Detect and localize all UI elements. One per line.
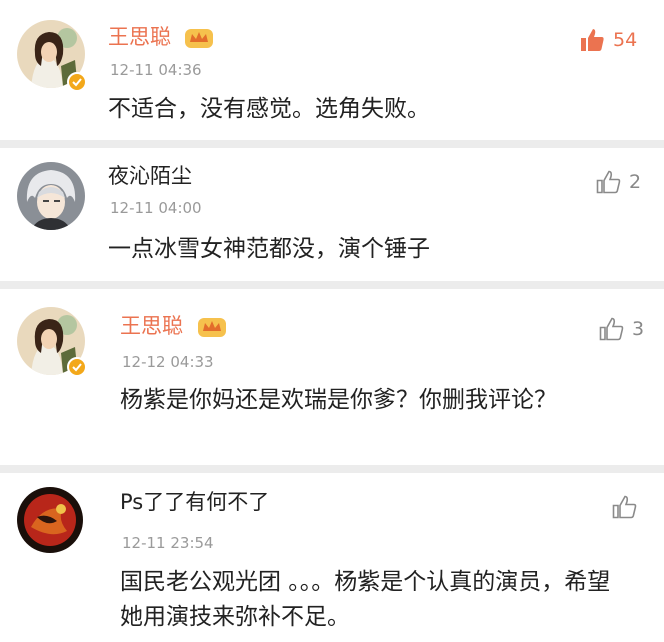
anime-silver-hair-avatar bbox=[17, 162, 85, 230]
comment-timestamp: 12-11 23:54 bbox=[122, 534, 214, 552]
comment-timestamp: 12-11 04:00 bbox=[110, 199, 202, 217]
divider bbox=[0, 281, 664, 289]
thumbs-up-icon bbox=[612, 495, 637, 519]
comment-text: 一点冰雪女神范都没，演个锤子 bbox=[108, 236, 430, 262]
like-button[interactable]: 2 bbox=[594, 168, 641, 196]
verified-badge-icon bbox=[67, 72, 87, 92]
user-avatar[interactable] bbox=[17, 162, 85, 230]
comment-text: 国民老公观光团 。。。杨紫是个认真的演员，希望她用演技来弥补不足。 bbox=[120, 569, 611, 630]
like-count: 3 bbox=[632, 318, 645, 340]
thumbs-up-icon bbox=[581, 29, 604, 51]
comment-item: 夜沁陌尘 12-11 04:00 一点冰雪女神范都没，演个锤子 2 bbox=[0, 148, 664, 281]
like-button[interactable] bbox=[610, 493, 645, 521]
comment-username[interactable]: 夜沁陌尘 bbox=[108, 163, 192, 189]
comment-feed: 王思聪 12-11 04:36 不适合，没有感觉。选角失败。 54 夜沁陌尘 1… bbox=[0, 0, 664, 642]
comment-text: 不适合，没有感觉。选角失败。 bbox=[108, 96, 430, 122]
comment-item: Ps了了有何不了 12-11 23:54 国民老公观光团 。。。杨紫是个认真的演… bbox=[0, 473, 664, 642]
like-button[interactable]: 3 bbox=[597, 315, 644, 343]
vip-crown-icon bbox=[197, 315, 227, 339]
comment-username[interactable]: 王思聪 bbox=[120, 313, 183, 339]
comment-item: 王思聪 12-12 04:33 杨紫是你妈还是欢瑞是你爹？你删我评论？ 3 bbox=[0, 289, 664, 465]
divider bbox=[0, 140, 664, 148]
like-button[interactable]: 54 bbox=[578, 26, 637, 54]
vip-crown-icon bbox=[184, 26, 214, 50]
user-avatar[interactable] bbox=[17, 487, 83, 553]
comment-username[interactable]: 王思聪 bbox=[108, 24, 171, 50]
like-count: 54 bbox=[613, 29, 638, 51]
divider bbox=[0, 465, 664, 473]
like-count: 2 bbox=[629, 171, 642, 193]
thumbs-up-icon bbox=[596, 170, 621, 194]
comment-timestamp: 12-12 04:33 bbox=[122, 353, 214, 371]
verified-badge-icon bbox=[67, 357, 87, 377]
comment-timestamp: 12-11 04:36 bbox=[110, 61, 202, 79]
red-abstract-avatar bbox=[17, 487, 83, 553]
comment-text: 杨紫是你妈还是欢瑞是你爹？你删我评论？ bbox=[120, 387, 557, 413]
comment-username[interactable]: Ps了了有何不了 bbox=[120, 489, 269, 515]
comment-item: 王思聪 12-11 04:36 不适合，没有感觉。选角失败。 54 bbox=[0, 0, 664, 140]
thumbs-up-icon bbox=[599, 317, 624, 341]
